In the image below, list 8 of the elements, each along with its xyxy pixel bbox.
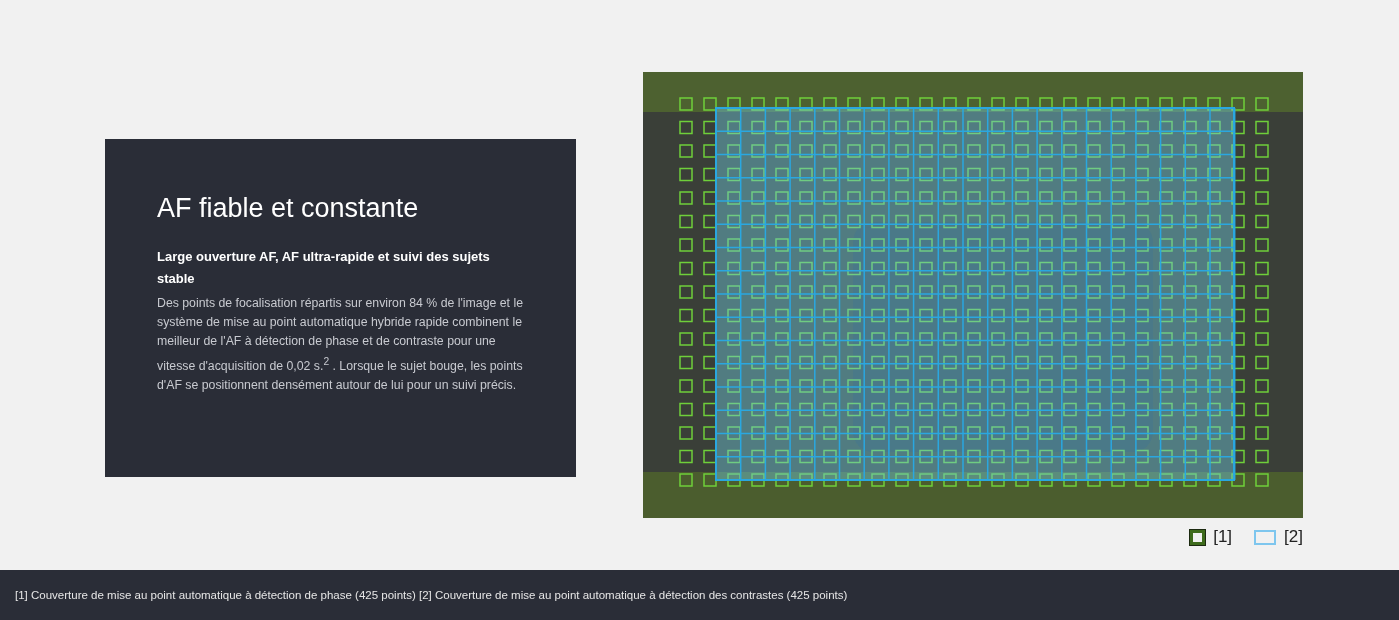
feature-title: AF fiable et constante (157, 193, 420, 224)
footnote-text: [1] Couverture de mise au point automatique à détection de phase (425 points) [2] Couverture de mise au point automatique à détection des contrastes (425 points) (15, 589, 848, 601)
phase-af-legend-icon (1190, 529, 1206, 545)
contrast-af-legend-icon (1254, 529, 1277, 545)
feature-description: Des points de focalisation répartis sur environ 84 % de l'image et le système de mise au point automatique hybride rapide combinent le meilleur de l'AF à détection de phase et de contraste pour une vitesse d'acquisition de 0,02 s.$^{2}$ . Lorsque le sujet bouge, les points d'AF se positionnent densément autour de lui pour un suivi précis. (157, 295, 524, 394)
legend-label: [1] (1213, 527, 1233, 547)
feature-subtitle: Large ouverture AF, AF ultra-rapide et suivi des sujets stable (157, 248, 491, 288)
legend-label: [2] (1284, 527, 1303, 547)
